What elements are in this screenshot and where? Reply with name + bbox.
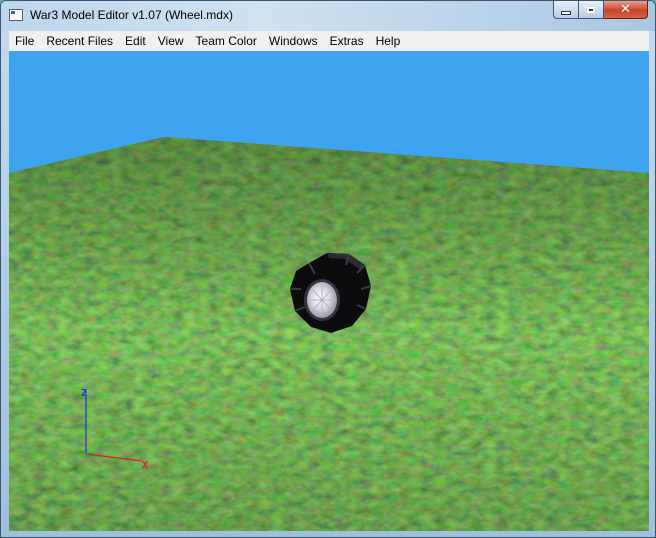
model-viewport[interactable]: Z Y X [9, 51, 649, 531]
menu-file[interactable]: File [9, 31, 40, 51]
menu-recent-files[interactable]: Recent Files [40, 31, 119, 51]
menu-edit[interactable]: Edit [119, 31, 152, 51]
title-bar[interactable]: War3 Model Editor v1.07 (Wheel.mdx) ✕ [1, 1, 655, 31]
minimize-icon [561, 10, 571, 15]
menu-extras[interactable]: Extras [324, 31, 370, 51]
window-title: War3 Model Editor v1.07 (Wheel.mdx) [30, 8, 233, 22]
ground-shading [9, 137, 649, 531]
app-window: War3 Model Editor v1.07 (Wheel.mdx) ✕ Fi… [0, 0, 656, 538]
y-axis-label: Y [104, 427, 110, 438]
caption-buttons: ✕ [553, 1, 648, 20]
close-icon: ✕ [620, 2, 631, 17]
menu-bar: File Recent Files Edit View Team Color W… [9, 31, 649, 52]
close-button[interactable]: ✕ [604, 1, 648, 19]
app-icon[interactable] [9, 9, 23, 21]
x-axis-label: X [142, 460, 148, 471]
menu-team-color[interactable]: Team Color [190, 31, 263, 51]
maximize-icon [587, 6, 595, 13]
menu-windows[interactable]: Windows [263, 31, 324, 51]
z-axis-label: Z [81, 388, 87, 399]
maximize-button[interactable] [579, 1, 604, 19]
menu-view[interactable]: View [152, 31, 190, 51]
minimize-button[interactable] [553, 1, 579, 19]
viewport-canvas: Z Y X [9, 51, 649, 531]
menu-help[interactable]: Help [370, 31, 407, 51]
